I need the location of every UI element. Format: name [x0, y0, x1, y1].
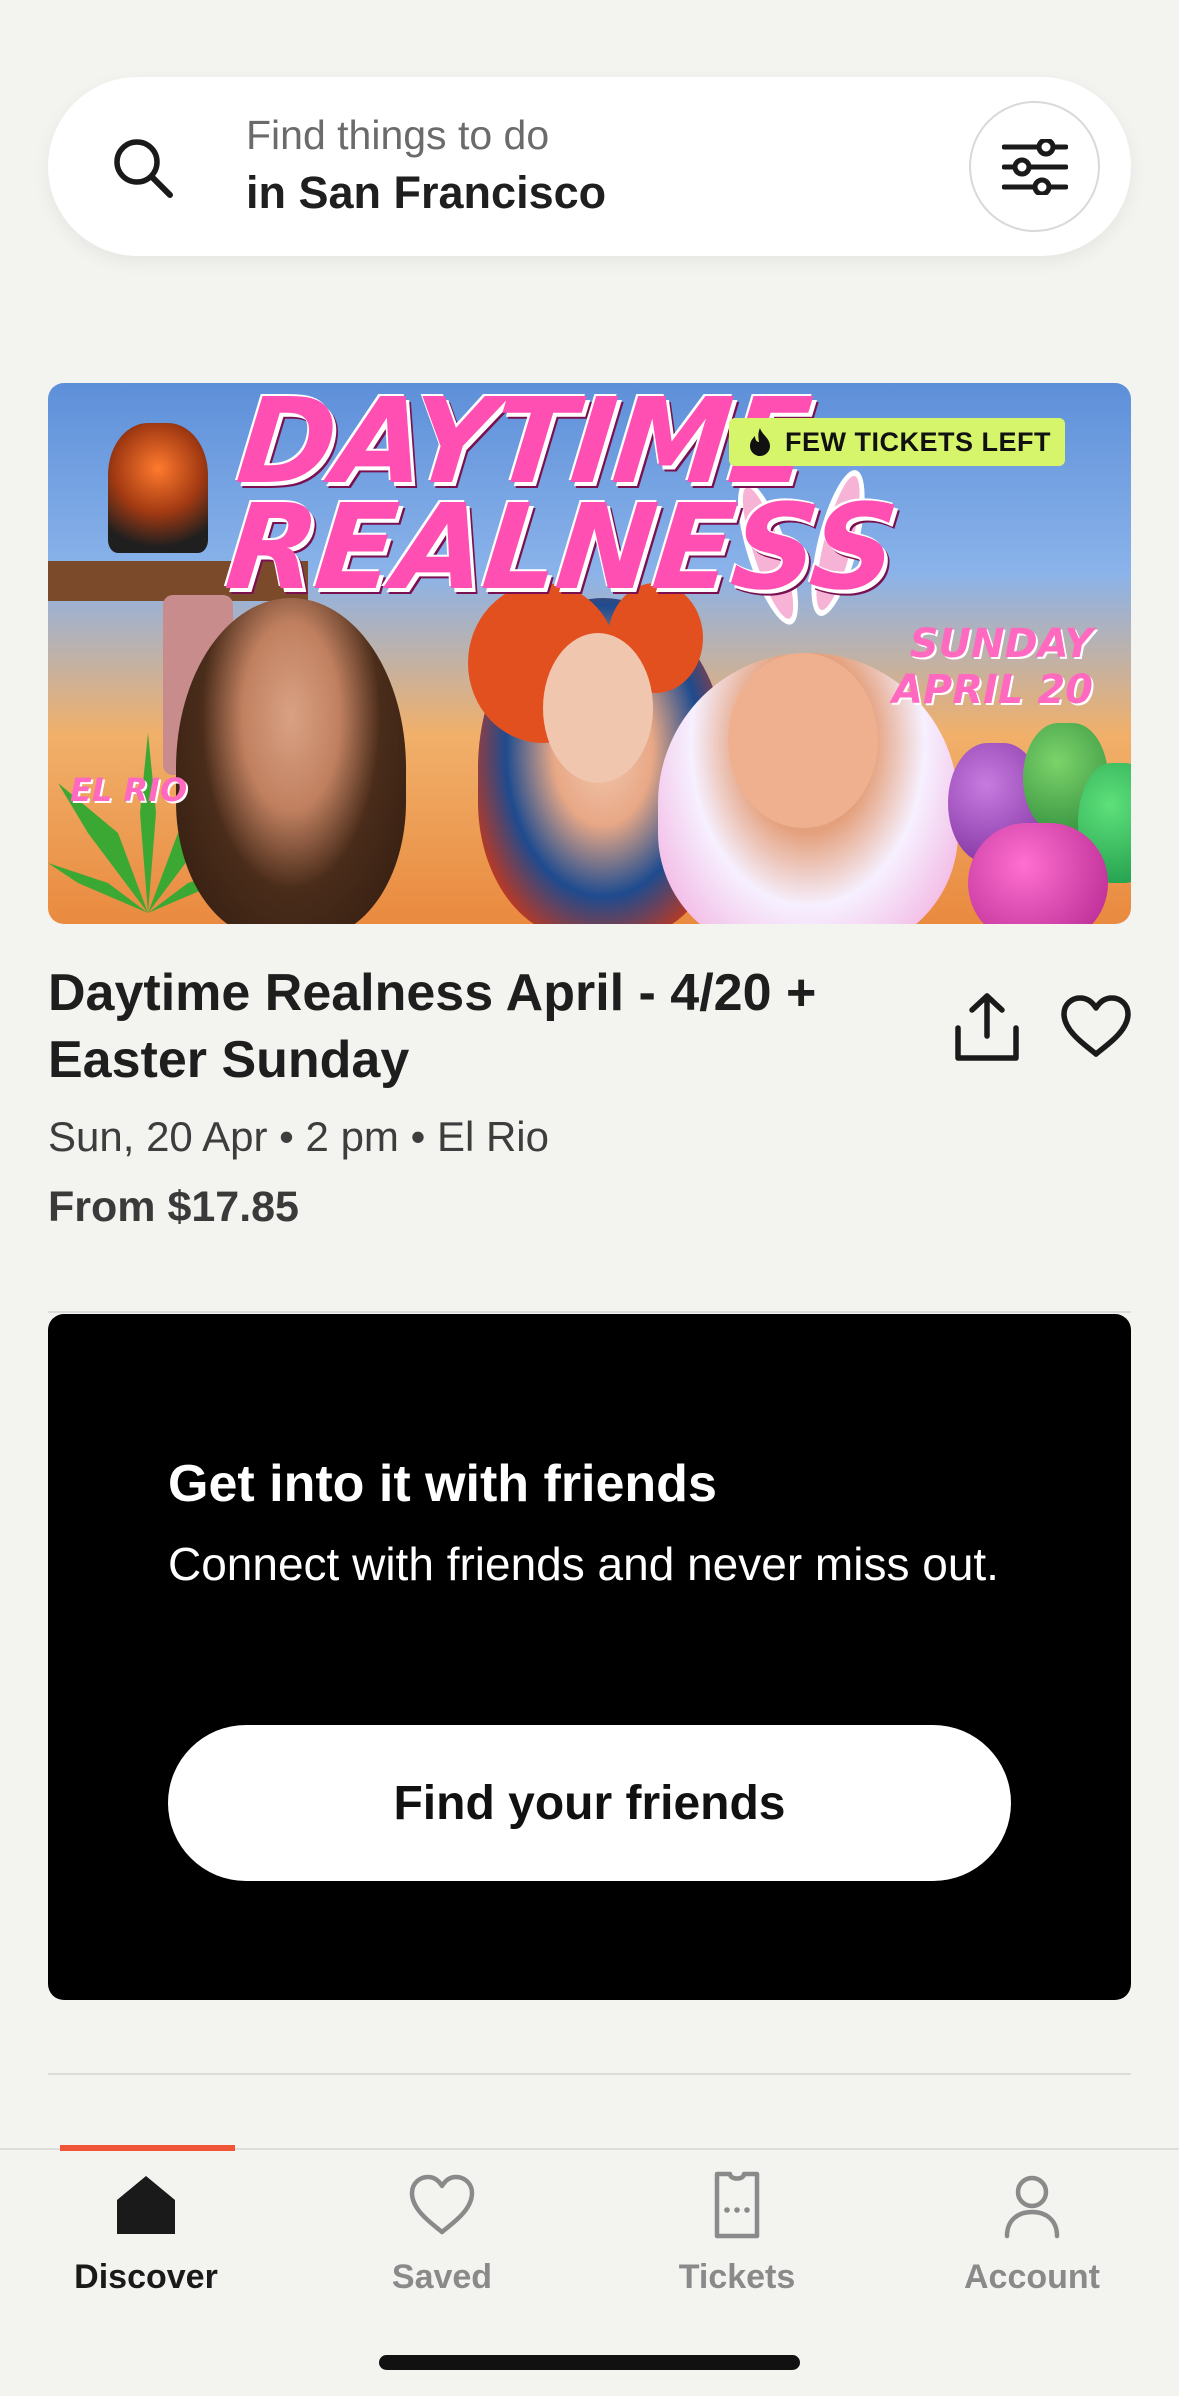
search-icon — [114, 139, 173, 198]
performer-1 — [176, 598, 406, 924]
easter-egg — [968, 823, 1108, 924]
tab-saved[interactable]: Saved — [332, 2170, 552, 2297]
event-price: From $17.85 — [48, 1183, 299, 1231]
tab-label: Saved — [391, 2258, 493, 2296]
few-tickets-badge: FEW TICKETS LEFT — [729, 418, 1065, 466]
heart-icon — [409, 2174, 475, 2235]
tab-account[interactable]: Account — [922, 2170, 1142, 2297]
friends-heading: Get into it with friends — [168, 1455, 717, 1513]
event-image[interactable]: DAYTIME REALNESS SUNDAY APRIL 20 EL RIO … — [48, 383, 1131, 924]
filter-button[interactable] — [969, 101, 1100, 232]
tab-tickets[interactable]: Tickets — [627, 2170, 847, 2297]
friends-subtitle: Connect with friends and never miss out. — [168, 1538, 999, 1590]
image-venue: EL RIO — [70, 771, 188, 809]
badge-label: FEW TICKETS LEFT — [785, 426, 1051, 457]
performer-2-face — [543, 633, 653, 783]
tab-label: Account — [964, 2258, 1100, 2296]
event-meta: Sun, 20 Apr • 2 pm • El Rio — [48, 1113, 549, 1160]
heart-icon[interactable] — [1060, 994, 1132, 1060]
tab-label: Tickets — [678, 2258, 796, 2296]
divider — [48, 2073, 1131, 2075]
filter-sliders-icon — [1001, 138, 1068, 195]
flame-icon — [750, 428, 770, 456]
home-icon — [117, 2176, 175, 2234]
friends-promo-card — [48, 1314, 1131, 2000]
performer-3-face — [728, 653, 878, 828]
joint-tip-shape — [108, 423, 208, 553]
find-friends-button[interactable]: Find your friends — [168, 1725, 1011, 1881]
tab-discover[interactable]: Discover — [36, 2170, 256, 2297]
divider — [48, 1311, 1131, 1313]
person-icon — [1004, 2175, 1060, 2239]
active-tab-indicator — [60, 2145, 235, 2151]
search-location[interactable]: in San Francisco — [246, 167, 606, 219]
image-date: SUNDAY APRIL 20 — [891, 621, 1093, 713]
event-title[interactable]: Daytime Realness April - 4/20 + Easter S… — [48, 960, 928, 1094]
tab-label: Discover — [74, 2258, 218, 2296]
ticket-icon — [714, 2171, 760, 2239]
search-prompt[interactable]: Find things to do — [246, 112, 549, 159]
share-icon[interactable] — [950, 990, 1024, 1064]
home-indicator — [379, 2355, 800, 2370]
